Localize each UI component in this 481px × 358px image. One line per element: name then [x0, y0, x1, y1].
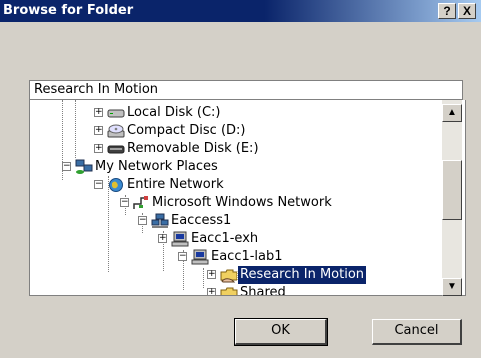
- help-button[interactable]: ?: [438, 3, 456, 19]
- collapse-toggle[interactable]: −: [62, 162, 71, 171]
- tree-item-eaccess1[interactable]: − Eaccess1: [30, 212, 430, 230]
- computer-icon: [191, 249, 209, 265]
- cd-drive-icon: [107, 124, 125, 138]
- removable-disk-icon: [107, 145, 125, 154]
- tree-item-microsoft-windows-network[interactable]: − Microsoft Windows Network: [30, 194, 430, 212]
- tree-item-compact-disc[interactable]: + Compact Disc (D:): [30, 122, 430, 140]
- tree-item-research-in-motion[interactable]: + Research In Motion: [30, 265, 430, 285]
- expand-toggle[interactable]: +: [94, 144, 103, 153]
- collapse-toggle[interactable]: −: [138, 216, 147, 225]
- tree-item-label: Shared: [240, 285, 286, 296]
- ok-button[interactable]: OK: [234, 318, 328, 346]
- tree-item-eacc1-exh[interactable]: + Eacc1-exh: [30, 230, 430, 248]
- expand-toggle[interactable]: +: [94, 108, 103, 117]
- tree-item-label: My Network Places: [95, 159, 218, 174]
- expand-toggle[interactable]: +: [94, 126, 103, 135]
- shared-folder-icon: [220, 287, 238, 295]
- tree-item-label: Local Disk (C:): [127, 105, 221, 120]
- tree-item-my-network-places[interactable]: − My Network Places: [30, 158, 430, 176]
- folder-tree[interactable]: + Local Disk (C:) + Compact Disc (D:) + …: [29, 100, 466, 296]
- tree-item-entire-network[interactable]: − Entire Network: [30, 176, 430, 194]
- hard-disk-icon: [107, 109, 125, 118]
- globe-icon: [109, 178, 123, 192]
- tree-item-label: Removable Disk (E:): [127, 141, 259, 156]
- close-button[interactable]: X: [458, 3, 476, 19]
- workgroup-icon: [151, 213, 169, 228]
- collapse-toggle[interactable]: −: [94, 180, 103, 189]
- tree-item-label-selected: Research In Motion: [236, 265, 368, 285]
- window-title: Browse for Folder: [3, 3, 134, 18]
- collapse-toggle[interactable]: −: [178, 252, 187, 261]
- scroll-up-button[interactable]: ▲: [442, 104, 462, 122]
- tree-item-shared[interactable]: + Shared: [30, 284, 430, 296]
- tree-item-local-disk[interactable]: + Local Disk (C:): [30, 104, 430, 122]
- tree-item-label: Entire Network: [127, 177, 224, 192]
- cancel-button[interactable]: Cancel: [372, 319, 462, 345]
- tree-item-label: Eaccess1: [171, 213, 232, 228]
- computer-icon: [171, 231, 189, 247]
- tree-item-label: Eacc1-exh: [191, 231, 259, 246]
- tree-item-eacc1-lab1[interactable]: − Eacc1-lab1: [30, 248, 430, 266]
- network-places-icon: [75, 159, 93, 174]
- scroll-thumb[interactable]: [442, 160, 462, 220]
- tree-scrollbar[interactable]: ▲ ▼: [442, 100, 462, 296]
- tree-item-label: Microsoft Windows Network: [152, 195, 332, 210]
- shared-folder-icon: [220, 269, 238, 283]
- expand-toggle[interactable]: +: [207, 270, 216, 279]
- tree-item-label: Eacc1-lab1: [211, 249, 283, 264]
- expand-toggle[interactable]: +: [158, 234, 167, 243]
- tree-item-label: Compact Disc (D:): [127, 123, 246, 138]
- expand-toggle[interactable]: +: [207, 288, 216, 295]
- title-bar[interactable]: Browse for Folder ? X: [0, 0, 481, 22]
- tree-item-removable-disk[interactable]: + Removable Disk (E:): [30, 140, 430, 158]
- network-cable-icon: [133, 196, 148, 209]
- folder-path-field[interactable]: Research In Motion: [29, 80, 463, 100]
- scroll-down-button[interactable]: ▼: [442, 278, 462, 296]
- collapse-toggle[interactable]: −: [120, 198, 129, 207]
